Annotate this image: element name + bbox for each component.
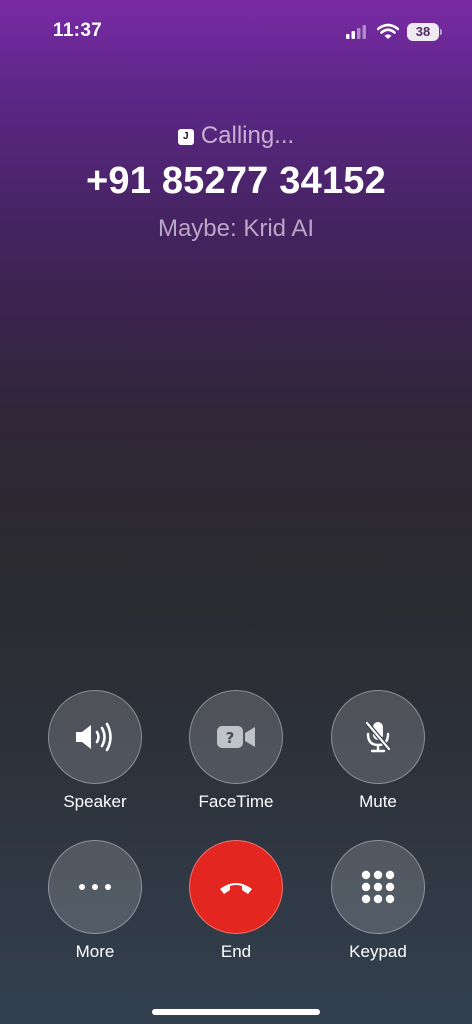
wifi-icon [377, 23, 399, 39]
battery-tip [440, 29, 442, 35]
end-label: End [220, 942, 252, 961]
more-button[interactable] [48, 840, 142, 934]
ellipsis-icon [79, 884, 111, 890]
speaker-button[interactable] [48, 690, 142, 784]
end-call-button[interactable] [189, 840, 283, 934]
mute-button[interactable] [331, 690, 425, 784]
end-call-icon [220, 883, 252, 894]
battery-icon: 38 [407, 23, 439, 41]
mute-mic-icon [365, 721, 391, 753]
more-label: More [75, 942, 115, 961]
facetime-button[interactable]: ? [189, 690, 283, 784]
keypad-button[interactable] [331, 840, 425, 934]
keypad-label: Keypad [349, 942, 407, 961]
home-indicator[interactable] [152, 1009, 320, 1015]
facetime-camera-icon: ? [217, 726, 255, 748]
svg-text:?: ? [226, 729, 235, 747]
mute-label: Mute [359, 792, 397, 811]
status-time: 11:37 [53, 20, 103, 41]
status-bar: 11:37 38 [0, 0, 472, 64]
speaker-icon [76, 722, 112, 752]
facetime-label: FaceTime [198, 792, 274, 811]
caller-hint: Maybe: Krid AI [157, 215, 315, 242]
keypad-icon [361, 870, 395, 904]
app-badge-icon: J [177, 129, 194, 145]
cellular-signal-icon [346, 25, 366, 39]
phone-number: +91 85277 34152 [86, 160, 386, 202]
call-status: J Calling... [0, 122, 472, 150]
speaker-label: Speaker [63, 792, 127, 811]
call-status-text: Calling... [200, 122, 295, 149]
